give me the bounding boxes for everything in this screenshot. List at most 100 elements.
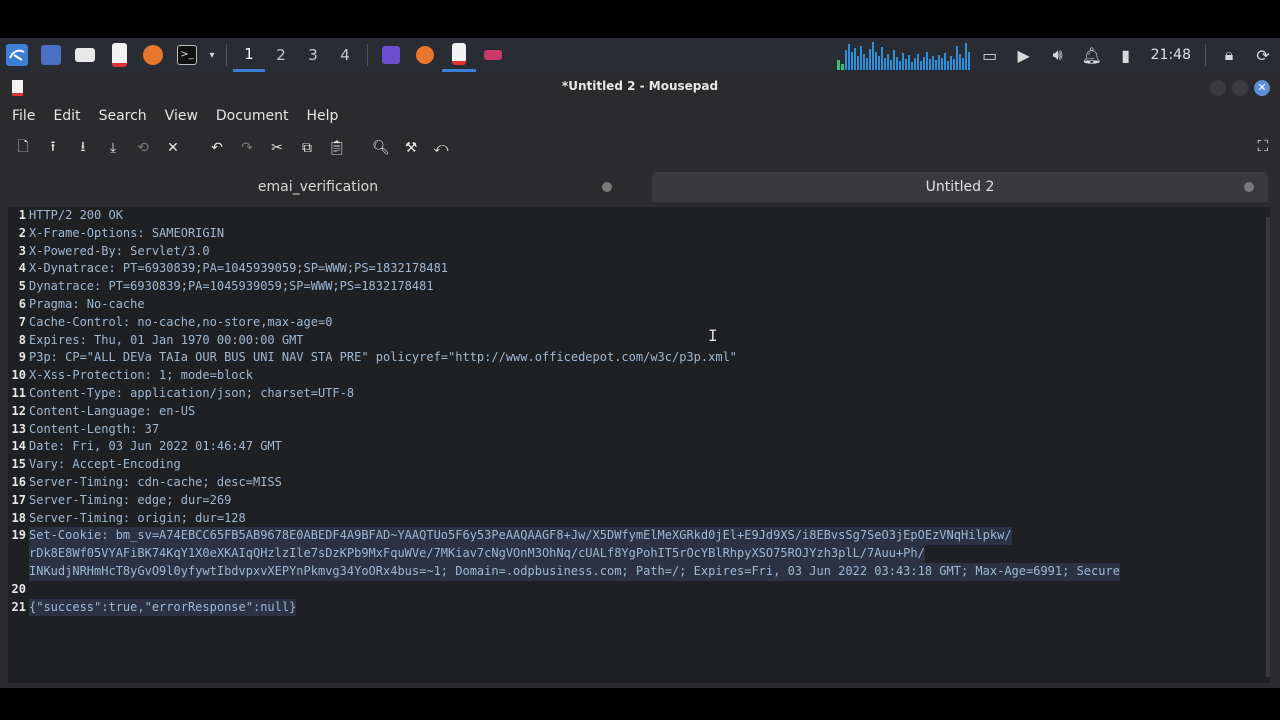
- cut-icon[interactable]: ✂: [262, 136, 292, 160]
- line-number: [8, 563, 29, 581]
- lock-icon[interactable]: 🔒︎: [1212, 38, 1246, 72]
- task-firefox-icon[interactable]: [408, 38, 442, 72]
- line-text: HTTP/2 200 OK: [29, 208, 123, 222]
- fullscreen-icon[interactable]: ⛶: [1257, 137, 1268, 155]
- minimize-button[interactable]: [1210, 80, 1226, 96]
- line-text: Content-Type: application/json; charset=…: [29, 385, 355, 400]
- editor-line: 3 X-Powered-By: Servlet/3.0: [8, 243, 1120, 261]
- line-number: 7: [18, 314, 26, 329]
- text-editor[interactable]: 1 HTTP/2 200 OK 2 X-Frame-Options: SAMEORIG…: [8, 207, 1270, 683]
- menu-view[interactable]: View: [159, 104, 204, 128]
- editor-line: 16 Server-Timing: cdn-cache; desc=MISS: [8, 474, 1120, 492]
- line-text: X-Powered-By: Servlet/3.0: [29, 243, 210, 258]
- workspace-3[interactable]: 3: [297, 38, 329, 72]
- line-text: Content-Length: 37: [29, 421, 160, 436]
- editor-lines: 1 HTTP/2 200 OK 2 X-Frame-Options: SAMEORIG…: [8, 207, 1120, 617]
- bell-icon[interactable]: 🔔︎: [1075, 38, 1109, 72]
- line-text: P3p: CP="ALL DEVa TAIa OUR BUS UNI NAV S…: [29, 350, 738, 365]
- display-icon[interactable]: ▭: [973, 38, 1007, 72]
- clock[interactable]: 21:48: [1143, 47, 1199, 63]
- redo-icon[interactable]: ↷: [232, 136, 262, 160]
- workspace-1[interactable]: 1: [233, 38, 265, 72]
- battery-icon[interactable]: ▮: [1109, 38, 1143, 72]
- tab-emai-verification[interactable]: emai_verification: [10, 172, 626, 202]
- firefox-icon[interactable]: [136, 38, 170, 72]
- menu-help[interactable]: Help: [300, 104, 344, 128]
- line-number: 8: [18, 332, 26, 347]
- editor-line: 17 Server-Timing: edge; dur=269: [8, 492, 1120, 510]
- terminal-icon[interactable]: >_: [170, 38, 204, 72]
- tab-close-icon[interactable]: [1244, 182, 1254, 192]
- go-to-line-icon[interactable]: ⤺: [426, 136, 456, 160]
- line-number: 12: [11, 403, 26, 418]
- task-mousepad-icon[interactable]: [442, 38, 476, 72]
- line-text: X-Dynatrace: PT=6930839;PA=1045939059;SP…: [29, 261, 449, 276]
- editor-line: 4 X-Dynatrace: PT=6930839;PA=1045939059;S…: [8, 260, 1120, 278]
- folder-icon[interactable]: [68, 38, 102, 72]
- undo-icon[interactable]: ↶: [202, 136, 232, 160]
- workspace-2[interactable]: 2: [265, 38, 297, 72]
- tab-label: emai_verification: [257, 179, 379, 195]
- line-text: X-Frame-Options: SAMEORIGIN: [29, 225, 225, 240]
- close-document-icon[interactable]: ✕: [158, 136, 188, 160]
- volume-icon[interactable]: 🔊︎: [1041, 38, 1075, 72]
- editor-line: 1 HTTP/2 200 OK: [8, 207, 1120, 225]
- workspace-4[interactable]: 4: [329, 38, 361, 72]
- menu-file[interactable]: File: [6, 104, 41, 128]
- editor-line: 8 Expires: Thu, 01 Jan 1970 00:00:00 GMT: [8, 332, 1120, 350]
- save-as-icon[interactable]: ⤓: [98, 136, 128, 160]
- editor-line: 14 Date: Fri, 03 Jun 2022 01:46:47 GMT: [8, 438, 1120, 456]
- reload-icon[interactable]: ⟲: [128, 136, 158, 160]
- line-number: 20: [11, 581, 26, 596]
- line-number: 11: [11, 385, 26, 400]
- line-text: Vary: Accept-Encoding: [29, 457, 181, 472]
- line-text: Expires: Thu, 01 Jan 1970 00:00:00 GMT: [29, 332, 304, 347]
- desktop-icon[interactable]: [34, 38, 68, 72]
- maximize-button[interactable]: [1232, 80, 1248, 96]
- editor-line: rDk8E8Wf05VYAFiBK74KqY1X0eXKAIqQHzlzIle7…: [8, 545, 1120, 563]
- open-file-icon[interactable]: ⭱: [38, 136, 68, 160]
- search-icon[interactable]: 🔍︎: [366, 136, 396, 160]
- copy-icon[interactable]: ⧉: [292, 136, 322, 160]
- tab-label: Untitled 2: [925, 179, 995, 195]
- line-number: 15: [11, 457, 26, 472]
- find-replace-icon[interactable]: ⚒: [396, 136, 426, 160]
- task-screen-icon[interactable]: [476, 38, 510, 72]
- paste-icon[interactable]: 📋︎: [322, 136, 352, 160]
- menu-search[interactable]: Search: [93, 104, 153, 128]
- system-tray: ▭ ▶ 🔊︎ 🔔︎ ▮ 21:48 🔒︎ ⟳: [973, 38, 1280, 72]
- menubar: File Edit Search View Document Help: [0, 104, 344, 128]
- close-button[interactable]: ✕: [1254, 80, 1270, 96]
- menu-document[interactable]: Document: [210, 104, 295, 128]
- line-number: 3: [18, 243, 26, 258]
- editor-line: 18 Server-Timing: origin; dur=128: [8, 510, 1120, 528]
- editor-line: 15 Vary: Accept-Encoding: [8, 456, 1120, 474]
- tab-untitled-2[interactable]: Untitled 2: [652, 172, 1268, 202]
- scrollbar[interactable]: [1266, 217, 1270, 677]
- line-number: 18: [11, 510, 26, 525]
- menu-edit[interactable]: Edit: [47, 104, 86, 128]
- line-text: Server-Timing: edge; dur=269: [29, 492, 232, 507]
- line-text: Content-Language: en-US: [29, 403, 196, 418]
- line-text: Date: Fri, 03 Jun 2022 01:46:47 GMT: [29, 439, 282, 454]
- editor-line: 12 Content-Language: en-US: [8, 403, 1120, 421]
- line-text: INKudjNRHmHcT8yGvO9l0yfywtIbdvpxvXEPYnPk…: [29, 562, 1120, 581]
- camera-icon[interactable]: ▶: [1007, 38, 1041, 72]
- tab-close-icon[interactable]: [602, 182, 612, 192]
- line-number: 10: [11, 368, 26, 383]
- new-document-icon[interactable]: 🗋: [8, 136, 38, 160]
- task-app-icon[interactable]: [374, 38, 408, 72]
- save-icon[interactable]: ⭳: [68, 136, 98, 160]
- text-editor-icon[interactable]: [102, 38, 136, 72]
- power-icon[interactable]: ⟳: [1246, 38, 1280, 72]
- chevron-down-icon[interactable]: ▾: [204, 38, 220, 72]
- line-number: 16: [11, 474, 26, 489]
- divider: [367, 44, 368, 66]
- line-text: Server-Timing: origin; dur=128: [29, 510, 246, 525]
- kali-menu-icon[interactable]: [0, 38, 34, 72]
- network-graph: [836, 42, 970, 70]
- editor-line: 9 P3p: CP="ALL DEVa TAIa OUR BUS UNI NAV …: [8, 349, 1120, 367]
- editor-line: 21 {"success":true,"errorResponse":null}: [8, 598, 1120, 617]
